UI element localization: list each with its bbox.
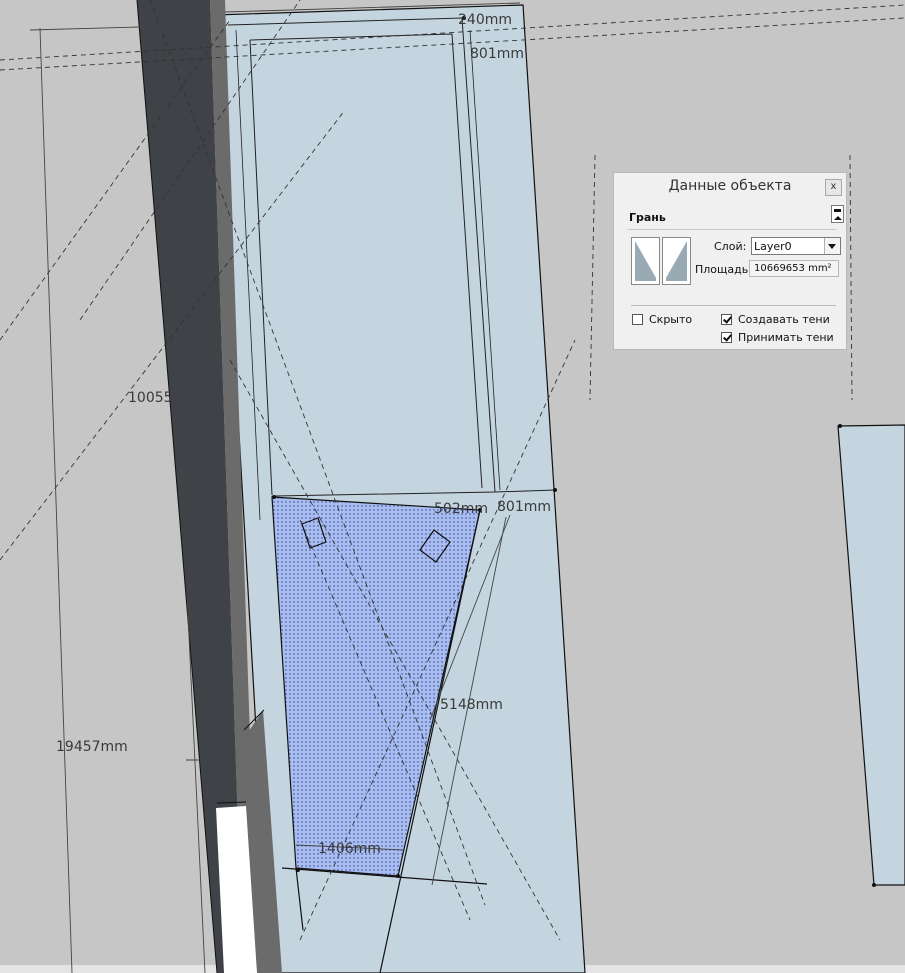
- section-header: Грань: [628, 205, 844, 230]
- cast-shadows-label: Создавать тени: [738, 313, 830, 326]
- receive-shadows-label: Принимать тени: [738, 331, 834, 344]
- back-material-swatch[interactable]: [662, 237, 691, 285]
- layer-select[interactable]: Layer0: [751, 237, 841, 255]
- dim-label-bottom: 1406mm: [318, 841, 381, 857]
- dim-label-diagonal: 5148mm: [440, 697, 503, 713]
- close-button[interactable]: x: [825, 179, 842, 196]
- section-title: Грань: [629, 211, 666, 224]
- front-material-icon: [635, 241, 656, 281]
- dim-label-mid-right: 801mm: [497, 499, 551, 515]
- chevron-down-icon[interactable]: [824, 238, 840, 254]
- area-field: 10669653 mm²: [749, 260, 839, 277]
- front-material-swatch[interactable]: [631, 237, 660, 285]
- dim-label-left: 10055: [128, 390, 173, 406]
- panel-title: Данные объекта: [668, 178, 792, 194]
- collapse-toggle-icon[interactable]: [831, 205, 844, 223]
- model-viewport[interactable]: 240mm 801mm 10055 502mm 801mm 5148mm 194…: [0, 0, 905, 973]
- entity-info-panel: Данные объекта x Грань Слой: Layer0 Площ…: [613, 172, 847, 350]
- dim-label-top-right: 801mm: [470, 46, 524, 62]
- close-icon: x: [830, 181, 837, 192]
- area-label: Площадь:: [695, 263, 752, 276]
- area-value: 10669653 mm²: [754, 263, 832, 274]
- layer-label: Слой:: [714, 240, 747, 253]
- model-canvas[interactable]: 240mm 801mm 10055 502mm 801mm 5148mm 194…: [0, 0, 905, 973]
- hidden-checkbox[interactable]: [632, 314, 643, 325]
- back-material-icon: [666, 241, 687, 281]
- cast-shadows-checkbox[interactable]: [721, 314, 732, 325]
- panel-divider: [631, 305, 836, 306]
- dim-label-bottom-left: 19457mm: [56, 739, 128, 755]
- layer-value: Layer0: [754, 240, 792, 253]
- dim-label-mid: 502mm: [434, 501, 488, 517]
- receive-shadows-checkbox[interactable]: [721, 332, 732, 343]
- hidden-label: Скрыто: [649, 313, 693, 326]
- dim-label-top: 240mm: [458, 12, 512, 28]
